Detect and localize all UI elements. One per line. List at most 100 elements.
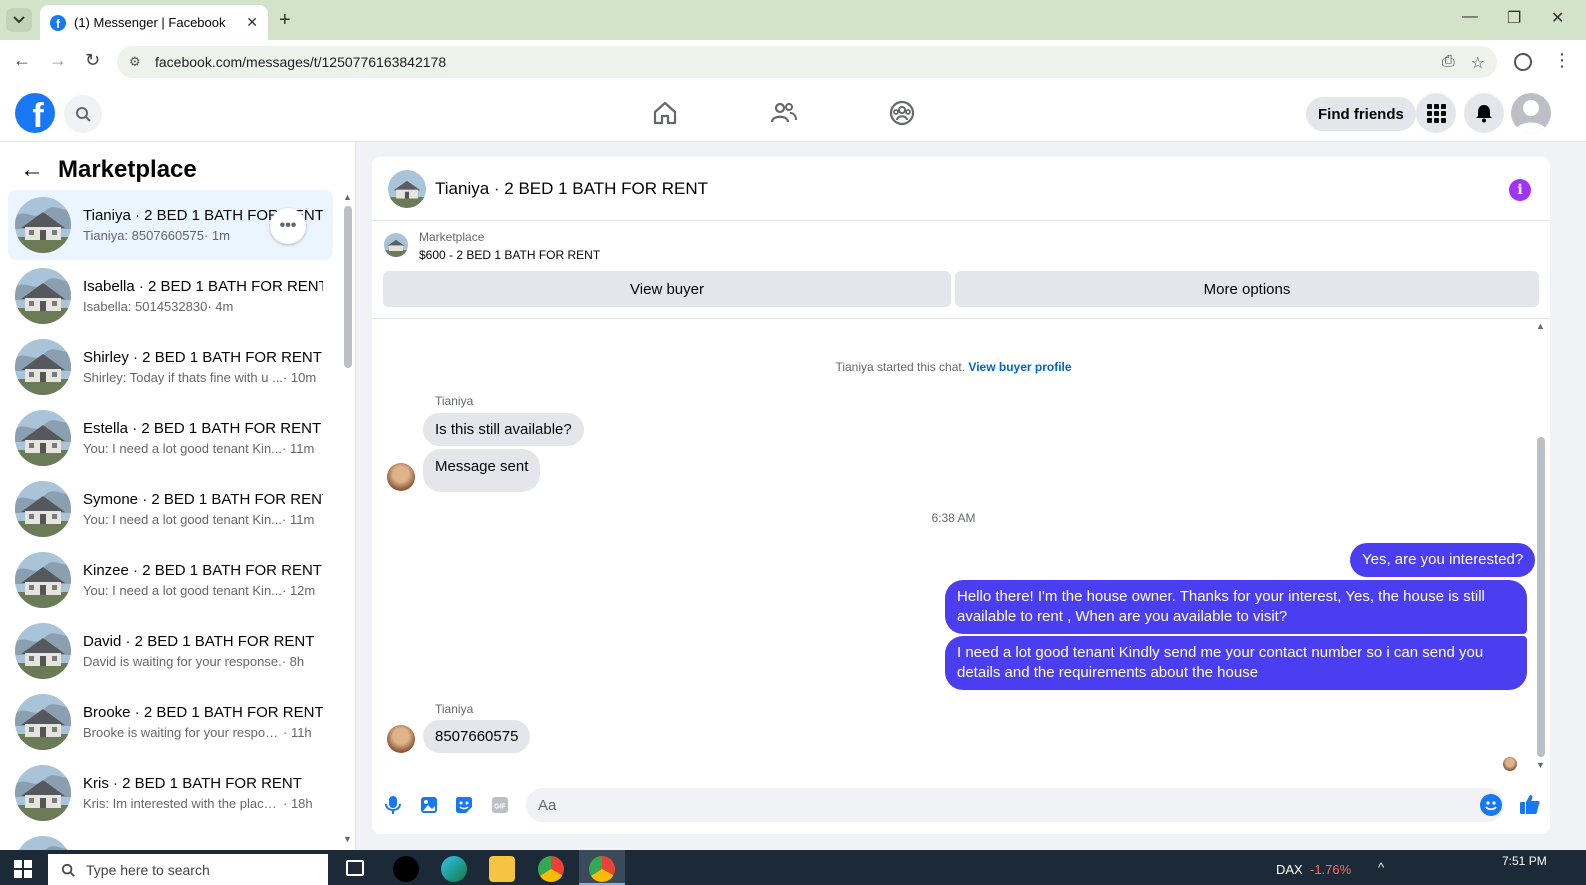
friends-icon[interactable] — [770, 99, 798, 127]
svg-text:GIF: GIF — [494, 804, 506, 811]
conversation-name: Estella · 2 BED 1 BATH FOR RENT — [83, 420, 322, 437]
tab-search-dropdown[interactable] — [6, 8, 32, 32]
conversation-item[interactable]: Shirley · 2 BED 1 BATH FOR RENT Shirley: … — [8, 332, 333, 402]
conversation-item[interactable]: Isabella · 2 BED 1 BATH FOR RENT Isabella… — [8, 261, 333, 331]
site-info-icon[interactable]: ⚙ — [129, 54, 147, 70]
chat-scroll-up-icon[interactable]: ▲ — [1536, 321, 1545, 331]
view-buyer-profile-link[interactable]: View buyer profile — [968, 360, 1071, 374]
facebook-logo[interactable]: f — [15, 93, 55, 133]
conversation-item[interactable]: Estella · 2 BED 1 BATH FOR RENT You: I ne… — [8, 403, 333, 473]
account-avatar[interactable] — [1511, 93, 1551, 133]
house-listing-image — [15, 268, 71, 324]
install-app-icon[interactable]: ⎙ — [1442, 53, 1455, 73]
thumbs-up-icon[interactable] — [1519, 793, 1541, 820]
incoming-message[interactable]: 8507660575 — [423, 720, 531, 753]
clock-time[interactable]: 7:51 PM — [1502, 854, 1547, 868]
conversation-preview: Brooke is waiting for your respon... — [83, 725, 283, 740]
marketplace-chats-panel: ← Marketplace Tianiya · 2 BED 1 BATH FOR… — [0, 142, 356, 850]
conversation-item[interactable]: Clark · 2 BED 1 BATH FOR RENT — [8, 829, 333, 850]
close-window-icon[interactable]: ✕ — [1551, 8, 1564, 28]
house-listing-image — [15, 623, 71, 679]
seen-indicator-avatar — [1503, 757, 1517, 771]
incoming-message[interactable]: Message sent — [423, 449, 541, 492]
notifications-button[interactable] — [1464, 93, 1504, 133]
sidebar-scrollbar[interactable] — [344, 206, 352, 368]
scroll-down-icon[interactable]: ▼ — [343, 834, 352, 844]
microphone-icon[interactable] — [383, 795, 403, 815]
marketplace-label: Marketplace — [419, 230, 485, 244]
groups-icon[interactable] — [888, 99, 916, 127]
house-listing-image — [15, 410, 71, 466]
scroll-up-icon[interactable]: ▲ — [343, 192, 352, 202]
minimize-icon[interactable]: — — [1462, 8, 1478, 26]
task-view-icon[interactable] — [346, 860, 364, 876]
grid-menu-icon — [1427, 104, 1446, 123]
conversation-item[interactable]: Tianiya · 2 BED 1 BATH FOR RENT Tianiya: … — [8, 190, 333, 260]
conversation-more-button[interactable]: ••• — [270, 208, 306, 244]
conversation-avatar — [15, 765, 71, 821]
emoji-icon[interactable] — [1480, 794, 1502, 816]
view-buyer-button[interactable]: View buyer — [383, 271, 951, 307]
url-bar[interactable]: ⚙ facebook.com/messages/t/12507761638421… — [117, 46, 1497, 78]
more-options-button[interactable]: More options — [955, 271, 1539, 307]
back-icon[interactable]: ← — [13, 50, 31, 71]
conversation-title[interactable]: Tianiya · 2 BED 1 BATH FOR RENT — [435, 179, 708, 199]
forward-icon[interactable]: → — [49, 50, 67, 71]
outgoing-message[interactable]: Yes, are you interested? — [1350, 543, 1536, 577]
listing-price-title[interactable]: $600 - 2 BED 1 BATH FOR RENT — [419, 248, 600, 262]
chrome-active-app[interactable] — [579, 850, 625, 885]
sticker-icon[interactable] — [454, 795, 474, 815]
sender-avatar[interactable] — [387, 725, 415, 753]
browser-menu-icon[interactable]: ⋮ — [1553, 50, 1571, 71]
reload-icon[interactable]: ↻ — [85, 50, 100, 71]
conversation-item[interactable]: Brooke · 2 BED 1 BATH FOR RENT Brooke is … — [8, 687, 333, 757]
conversation-item[interactable]: David · 2 BED 1 BATH FOR RENT David is wa… — [8, 616, 333, 686]
listing-thumbnail[interactable] — [388, 169, 426, 208]
chrome-app-icon[interactable] — [538, 856, 564, 882]
gif-icon[interactable]: GIF — [490, 795, 510, 815]
windows-start-icon[interactable] — [14, 860, 32, 878]
back-arrow-icon[interactable]: ← — [20, 156, 44, 184]
photo-icon[interactable] — [419, 795, 439, 815]
message-input-placeholder: Aa — [538, 796, 557, 814]
stock-change[interactable]: -1.76% — [1310, 862, 1351, 877]
conversation-item[interactable]: Symone · 2 BED 1 BATH FOR RENT You: I nee… — [8, 474, 333, 544]
house-listing-image — [15, 836, 71, 850]
tiktok-app-icon[interactable] — [393, 856, 419, 882]
info-icon[interactable]: i — [1509, 179, 1531, 201]
conversation-time: · 10m — [282, 370, 317, 385]
chat-scroll-down-icon[interactable]: ▼ — [1536, 760, 1545, 770]
tray-chevron-icon[interactable]: ^ — [1378, 860, 1384, 875]
conversation-time: · 11h — [283, 725, 312, 740]
conversation-name: Kinzee · 2 BED 1 BATH FOR RENT — [83, 562, 322, 579]
more-dots-icon: ••• — [279, 217, 297, 234]
edge-app-icon[interactable] — [441, 856, 467, 882]
conversation-time: · 8h — [281, 654, 305, 669]
house-listing-image — [15, 552, 71, 608]
chat-scrollbar[interactable] — [1537, 437, 1545, 757]
close-tab-icon[interactable]: ✕ — [246, 14, 258, 31]
outgoing-message[interactable]: I need a lot good tenant Kindly send me … — [945, 636, 1527, 690]
incoming-message[interactable]: Is this still available? — [423, 413, 584, 446]
new-tab-icon[interactable]: + — [279, 9, 291, 32]
conversation-avatar — [15, 339, 71, 395]
conversation-item[interactable]: Kris · 2 BED 1 BATH FOR RENT Kris: Im int… — [8, 758, 333, 828]
search-icon — [76, 107, 91, 122]
browser-profile-icon[interactable] — [1514, 53, 1532, 71]
menu-button[interactable] — [1416, 93, 1456, 133]
browser-tab[interactable]: f (1) Messenger | Facebook ✕ — [40, 5, 268, 40]
marketplace-listing-bar: Marketplace $600 - 2 BED 1 BATH FOR RENT… — [372, 221, 1550, 319]
search-button[interactable] — [64, 95, 102, 133]
home-icon[interactable] — [651, 99, 679, 127]
find-friends-button[interactable]: Find friends — [1306, 97, 1416, 131]
message-timestamp: 6:38 AM — [931, 511, 976, 525]
file-explorer-icon[interactable] — [489, 856, 515, 882]
restore-icon[interactable]: ❐ — [1507, 8, 1521, 28]
sender-avatar[interactable] — [387, 463, 415, 491]
stock-name[interactable]: DAX — [1276, 862, 1303, 877]
outgoing-message[interactable]: Hello there! I'm the house owner. Thanks… — [945, 580, 1527, 634]
conversation-item[interactable]: Kinzee · 2 BED 1 BATH FOR RENT You: I nee… — [8, 545, 333, 615]
taskbar-search[interactable]: Type here to search — [48, 854, 328, 885]
message-input[interactable]: Aa — [526, 788, 1504, 822]
bookmark-star-icon[interactable]: ☆ — [1471, 53, 1485, 73]
